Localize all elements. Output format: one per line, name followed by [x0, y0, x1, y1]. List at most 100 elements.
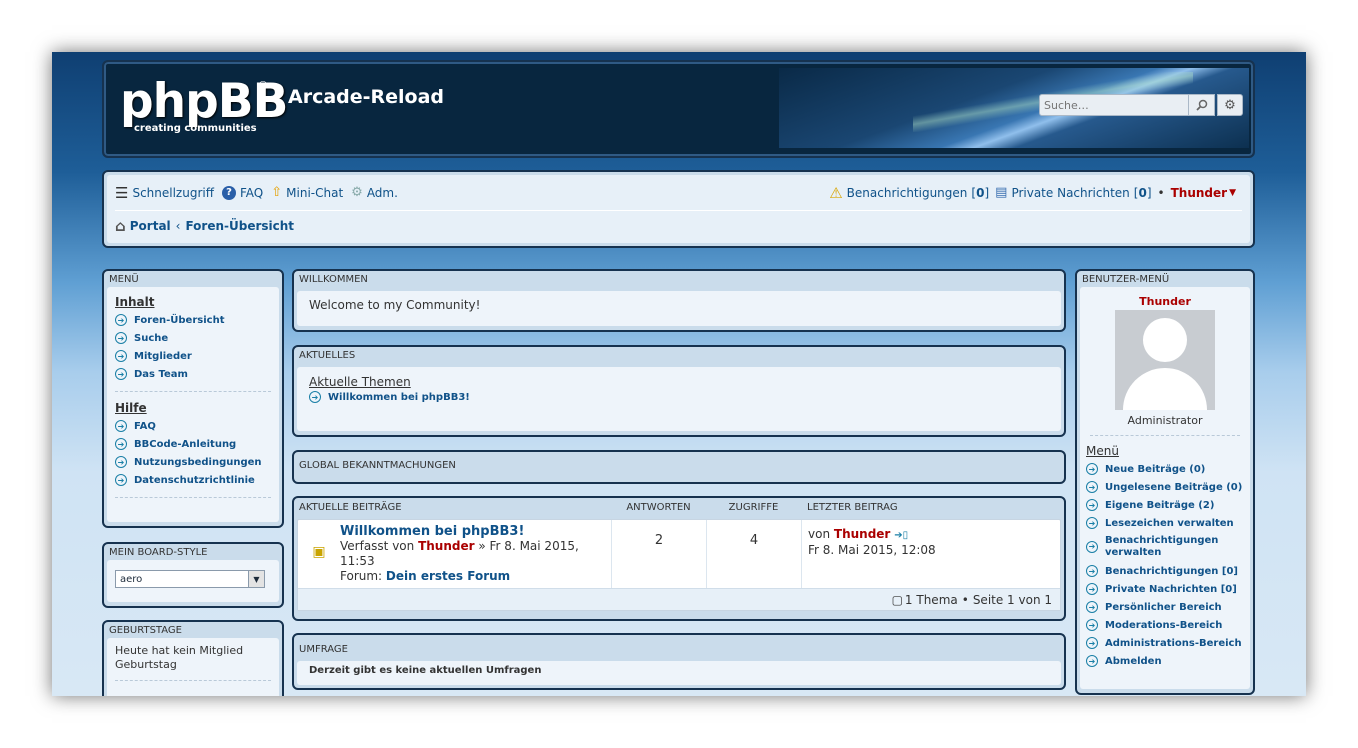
- inbox-icon: ▤: [995, 185, 1008, 200]
- goto-last-post-icon[interactable]: ➔▯: [894, 530, 908, 541]
- arrow-circle-icon: ➔: [115, 474, 127, 486]
- admin-link[interactable]: ⚙ Adm.: [351, 185, 398, 200]
- notifications-label: Benachrichtigungen: [846, 185, 968, 200]
- arrow-circle-icon: ➔: [115, 332, 127, 344]
- private-messages-link[interactable]: ▤ Private Nachrichten [0]: [995, 185, 1151, 200]
- dropdown-arrow-icon: ▼: [248, 571, 264, 587]
- avatar[interactable]: [1115, 310, 1215, 410]
- arrow-circle-icon: ➔: [1086, 463, 1098, 475]
- logo-tagline: creating communities: [134, 123, 257, 134]
- menu-item-label: Foren-Übersicht: [134, 314, 225, 326]
- user-menu-acp[interactable]: ➔ Administrations-Bereich: [1086, 634, 1244, 652]
- menu-item-team[interactable]: ➔ Das Team: [115, 365, 271, 383]
- avatar-head-shape: [1143, 318, 1187, 362]
- user-menu-mcp[interactable]: ➔ Moderations-Bereich: [1086, 616, 1244, 634]
- arrow-circle-icon: ➔: [115, 420, 127, 432]
- user-menu-item-label: Neue Beiträge (0): [1105, 463, 1206, 475]
- notifications-link[interactable]: ⚠ Benachrichtigungen [0]: [829, 184, 989, 202]
- quick-access-menu[interactable]: ☰ Schnellzugriff: [115, 184, 214, 202]
- arrow-circle-icon: ➔: [1086, 565, 1098, 577]
- menu-item-forum-index[interactable]: ➔ Foren-Übersicht: [115, 311, 271, 329]
- global-title: Global Bekanntmachungen: [299, 460, 456, 471]
- minichat-link[interactable]: ⇧ Mini-Chat: [271, 185, 343, 200]
- welcome-title: Willkommen: [299, 274, 368, 285]
- style-select[interactable]: aero ▼: [115, 570, 265, 588]
- user-menu-manage-notifications[interactable]: ➔ Benachrichtigungen verwalten: [1086, 532, 1244, 562]
- cog-icon: ⚙: [351, 185, 363, 200]
- arrow-circle-icon: ➔: [115, 350, 127, 362]
- avatar-body-shape: [1123, 368, 1207, 410]
- topic-list: ▣ Willkommen bei phpBB3! Verfasst von Th…: [297, 519, 1061, 611]
- last-user-link[interactable]: Thunder: [834, 527, 890, 541]
- menu-item-search[interactable]: ➔ Suche: [115, 329, 271, 347]
- last-post-date: Fr 8. Mai 2015, 12:08: [808, 543, 936, 557]
- user-dropdown[interactable]: Thunder ▼: [1171, 186, 1236, 200]
- arrow-circle-icon: ➔: [1086, 499, 1098, 511]
- recent-posts-panel: Aktuelle Beiträge Antworten Zugriffe Let…: [292, 496, 1066, 621]
- user-menu-title: Benutzer-Menü: [1082, 274, 1170, 285]
- menu-item-privacy[interactable]: ➔ Datenschutzrichtlinie: [115, 471, 271, 489]
- advanced-search-button[interactable]: ⚙: [1217, 94, 1243, 116]
- topic-read-icon: ▣: [312, 544, 326, 560]
- profile-username[interactable]: Thunder: [1086, 295, 1244, 308]
- arrow-circle-icon: ➔: [115, 314, 127, 326]
- page-indicator: Seite 1 von 1: [972, 592, 1052, 607]
- menu-item-label: Datenschutzrichtlinie: [134, 474, 255, 486]
- search-button[interactable]: [1189, 94, 1215, 116]
- user-menu-own-posts[interactable]: ➔ Eigene Beiträge (2): [1086, 496, 1244, 514]
- help-icon: ?: [222, 185, 236, 200]
- user-menu-logout[interactable]: ➔ Abmelden: [1086, 652, 1244, 670]
- user-menu-item-label: Administrations-Bereich: [1105, 637, 1242, 649]
- faq-label: FAQ: [240, 185, 264, 200]
- menu-item-terms[interactable]: ➔ Nutzungsbedingungen: [115, 453, 271, 471]
- arrow-circle-icon: ➔: [1086, 481, 1098, 493]
- topic-title-link[interactable]: Willkommen bei phpBB3!: [340, 524, 611, 539]
- breadcrumb-portal[interactable]: Portal: [130, 219, 171, 233]
- magnifier-icon: [1195, 99, 1207, 111]
- col-views: Zugriffe: [728, 502, 779, 513]
- user-menu-item-label: Lesezeichen verwalten: [1105, 517, 1234, 529]
- search-input[interactable]: [1039, 94, 1189, 116]
- user-nav: ⚠ Benachrichtigungen [0] ▤ Private Nachr…: [829, 184, 1242, 202]
- menu-item-faq[interactable]: ➔ FAQ: [115, 417, 271, 435]
- arrow-circle-icon: ➔: [1086, 655, 1098, 667]
- menu-item-members[interactable]: ➔ Mitglieder: [115, 347, 271, 365]
- search-box: ⚙: [1039, 94, 1243, 116]
- news-item[interactable]: ➔ Willkommen bei phpBB3!: [309, 391, 1049, 403]
- user-menu-notifications[interactable]: ➔ Benachrichtigungen [0]: [1086, 562, 1244, 580]
- user-menu-item-label: Private Nachrichten [0]: [1105, 583, 1237, 595]
- user-menu-ucp[interactable]: ➔ Persönlicher Bereich: [1086, 598, 1244, 616]
- poll-text: Derzeit gibt es keine aktuellen Umfragen: [309, 665, 542, 676]
- recent-posts-header: Aktuelle Beiträge Antworten Zugriffe Let…: [297, 500, 1061, 516]
- forum-link[interactable]: Dein erstes Forum: [386, 569, 510, 583]
- arrow-up-icon: ⇧: [271, 185, 283, 200]
- faq-link[interactable]: ? FAQ: [222, 185, 264, 200]
- pagination-row: ▢ 1 Thema • Seite 1 von 1: [298, 588, 1060, 610]
- poll-title: Umfrage: [299, 644, 348, 655]
- menu-item-bbcode[interactable]: ➔ BBCode-Anleitung: [115, 435, 271, 453]
- site-header: phpBB ® creating communities Arcade-Relo…: [102, 60, 1255, 158]
- user-menu-private-messages[interactable]: ➔ Private Nachrichten [0]: [1086, 580, 1244, 598]
- hamburger-icon: ☰: [115, 183, 129, 202]
- user-menu-item-label: Benachrichtigungen [0]: [1105, 565, 1238, 577]
- user-menu-new-posts[interactable]: ➔ Neue Beiträge (0): [1086, 460, 1244, 478]
- user-menu-unread-posts[interactable]: ➔ Ungelesene Beiträge (0): [1086, 478, 1244, 496]
- board-style-title: Mein Board-Style: [109, 547, 208, 558]
- breadcrumb-separator: ‹: [175, 219, 181, 233]
- quick-access-label: Schnellzugriff: [132, 185, 214, 200]
- divider: [115, 391, 271, 392]
- home-icon: ⌂: [115, 217, 126, 235]
- birthday-panel: Geburtstage Heute hat kein Mitglied Gebu…: [102, 620, 284, 696]
- warning-icon: ⚠: [829, 183, 843, 202]
- phpbb-logo[interactable]: phpBB ® creating communities: [120, 78, 288, 136]
- menu-item-label: Mitglieder: [134, 350, 192, 362]
- user-menu-bookmarks[interactable]: ➔ Lesezeichen verwalten: [1086, 514, 1244, 532]
- topic-author-link[interactable]: Thunder: [418, 539, 474, 553]
- help-heading: Hilfe: [115, 401, 147, 415]
- left-menu-title: Menü: [109, 274, 139, 285]
- bullet-separator: •: [1157, 185, 1165, 200]
- recent-posts-title: Aktuelle Beiträge: [299, 502, 402, 513]
- site-title[interactable]: Arcade-Reload: [288, 86, 444, 108]
- breadcrumb-index[interactable]: Foren-Übersicht: [185, 219, 294, 233]
- breadcrumb: ⌂ Portal ‹ Foren-Übersicht: [115, 211, 1242, 241]
